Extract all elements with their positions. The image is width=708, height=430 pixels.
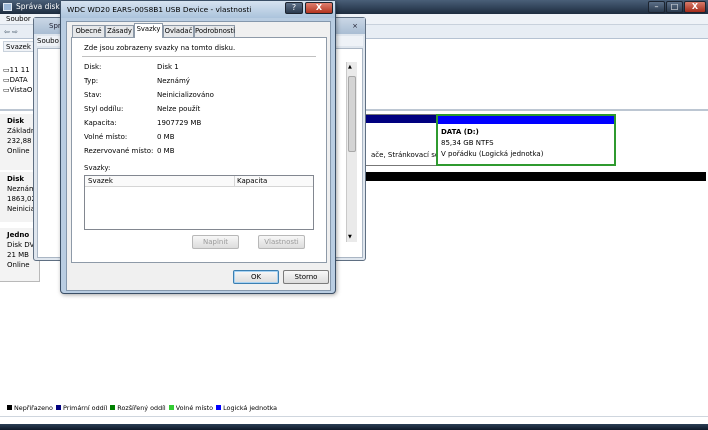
tab-driver[interactable]: Ovladač bbox=[163, 25, 194, 37]
scroll-up-icon[interactable]: ▲ bbox=[348, 64, 352, 70]
dialog-close-button[interactable]: X bbox=[305, 2, 333, 14]
tab-details[interactable]: Podrobnosti bbox=[194, 25, 235, 37]
column-header-capacity[interactable]: Kapacita bbox=[237, 177, 267, 185]
dialog-title: WDC WD20 EARS-00S8B1 USB Device - vlastn… bbox=[67, 5, 252, 14]
property-label: Stav: bbox=[84, 91, 102, 99]
close-icon[interactable]: ⨯ bbox=[352, 18, 358, 34]
properties-dialog: WDC WD20 EARS-00S8B1 USB Device - vlastn… bbox=[60, 0, 336, 294]
disk-0-name: Disk bbox=[7, 117, 25, 125]
dialog-title-bar[interactable]: WDC WD20 EARS-00S8B1 USB Device - vlastn… bbox=[61, 1, 335, 18]
property-value: Nelze použít bbox=[157, 105, 201, 113]
disk-1-name: Disk bbox=[7, 175, 25, 183]
fill-button[interactable]: Naplnit bbox=[192, 235, 239, 249]
tab-volumes[interactable]: Svazky bbox=[134, 23, 163, 38]
property-label: Volné místo: bbox=[84, 133, 128, 141]
back-forward-icons[interactable]: ⇦ ⇨ bbox=[4, 28, 18, 36]
property-value: 0 MB bbox=[157, 133, 175, 141]
tab-policies[interactable]: Zásady bbox=[105, 25, 134, 37]
volume-row[interactable]: ▭11 11 bbox=[3, 65, 30, 75]
volume-properties-button[interactable]: Vlastnosti bbox=[258, 235, 305, 249]
panel-intro: Zde jsou zobrazeny svazky na tomto disku… bbox=[84, 44, 236, 52]
volume-row[interactable]: ▭VistaO bbox=[3, 85, 32, 95]
property-label: Kapacita: bbox=[84, 119, 117, 127]
taskbar bbox=[0, 424, 708, 430]
property-value: Disk 1 bbox=[157, 63, 179, 71]
drive-icon: ▭ bbox=[3, 86, 10, 94]
partition-d-segment[interactable]: DATA (D:) 85,34 GB NTFS V pořádku (Logic… bbox=[436, 114, 616, 166]
main-close-button[interactable]: X bbox=[684, 1, 706, 13]
separator bbox=[82, 56, 316, 57]
main-window-title: Správa disků bbox=[16, 2, 65, 11]
disk-2-name: Jedno bbox=[7, 231, 30, 239]
property-value: 1907729 MB bbox=[157, 119, 202, 127]
dialog-client: Obecné Zásady Svazky Ovladač Podrobnosti… bbox=[66, 21, 331, 291]
legend-swatch bbox=[216, 405, 222, 410]
column-header-volume-name[interactable]: Svazek bbox=[88, 177, 113, 185]
help-button[interactable]: ? bbox=[285, 2, 303, 14]
legend-swatch bbox=[7, 405, 12, 410]
volumes-tab-panel: Zde jsou zobrazeny svazky na tomto disku… bbox=[71, 37, 327, 263]
legend-swatch bbox=[110, 405, 116, 410]
legend-swatch bbox=[168, 405, 174, 410]
status-divider bbox=[0, 416, 708, 417]
legend: Nepřiřazeno Primární oddíl Rozšířený odd… bbox=[6, 402, 277, 414]
drive-icon: ▭ bbox=[3, 76, 10, 84]
property-value: Neznámý bbox=[157, 77, 190, 85]
disk-management-icon bbox=[3, 3, 12, 11]
minimize-button[interactable]: – bbox=[648, 1, 665, 13]
property-value: 0 MB bbox=[157, 147, 175, 155]
legend-swatch bbox=[56, 405, 62, 410]
volume-row[interactable]: ▭DATA bbox=[3, 75, 28, 85]
maximize-button[interactable]: □ bbox=[666, 1, 683, 13]
property-label: Typ: bbox=[84, 77, 99, 85]
column-header-volume[interactable]: Svazek bbox=[3, 41, 35, 52]
drive-icon: ▭ bbox=[3, 66, 10, 74]
cancel-button[interactable]: Storno bbox=[283, 270, 329, 284]
partition-d-name: DATA (D:) bbox=[441, 128, 479, 136]
scroll-thumb[interactable] bbox=[348, 76, 356, 152]
ok-button[interactable]: OK bbox=[233, 270, 279, 284]
column-divider bbox=[234, 176, 235, 187]
background-window-scrollbar[interactable]: ▲ ▼ bbox=[346, 62, 357, 242]
property-label: Styl oddílu: bbox=[84, 105, 124, 113]
scroll-down-icon[interactable]: ▼ bbox=[348, 234, 352, 240]
tab-general[interactable]: Obecné bbox=[72, 25, 105, 37]
listview-header bbox=[85, 176, 313, 187]
property-label: Rezervované místo: bbox=[84, 147, 154, 155]
volumes-label: Svazky: bbox=[84, 164, 111, 172]
menu-file[interactable]: Soubor bbox=[6, 15, 31, 23]
property-value: Neinicializováno bbox=[157, 91, 214, 99]
volumes-listview[interactable]: Svazek Kapacita bbox=[84, 175, 314, 230]
property-label: Disk: bbox=[84, 63, 102, 71]
